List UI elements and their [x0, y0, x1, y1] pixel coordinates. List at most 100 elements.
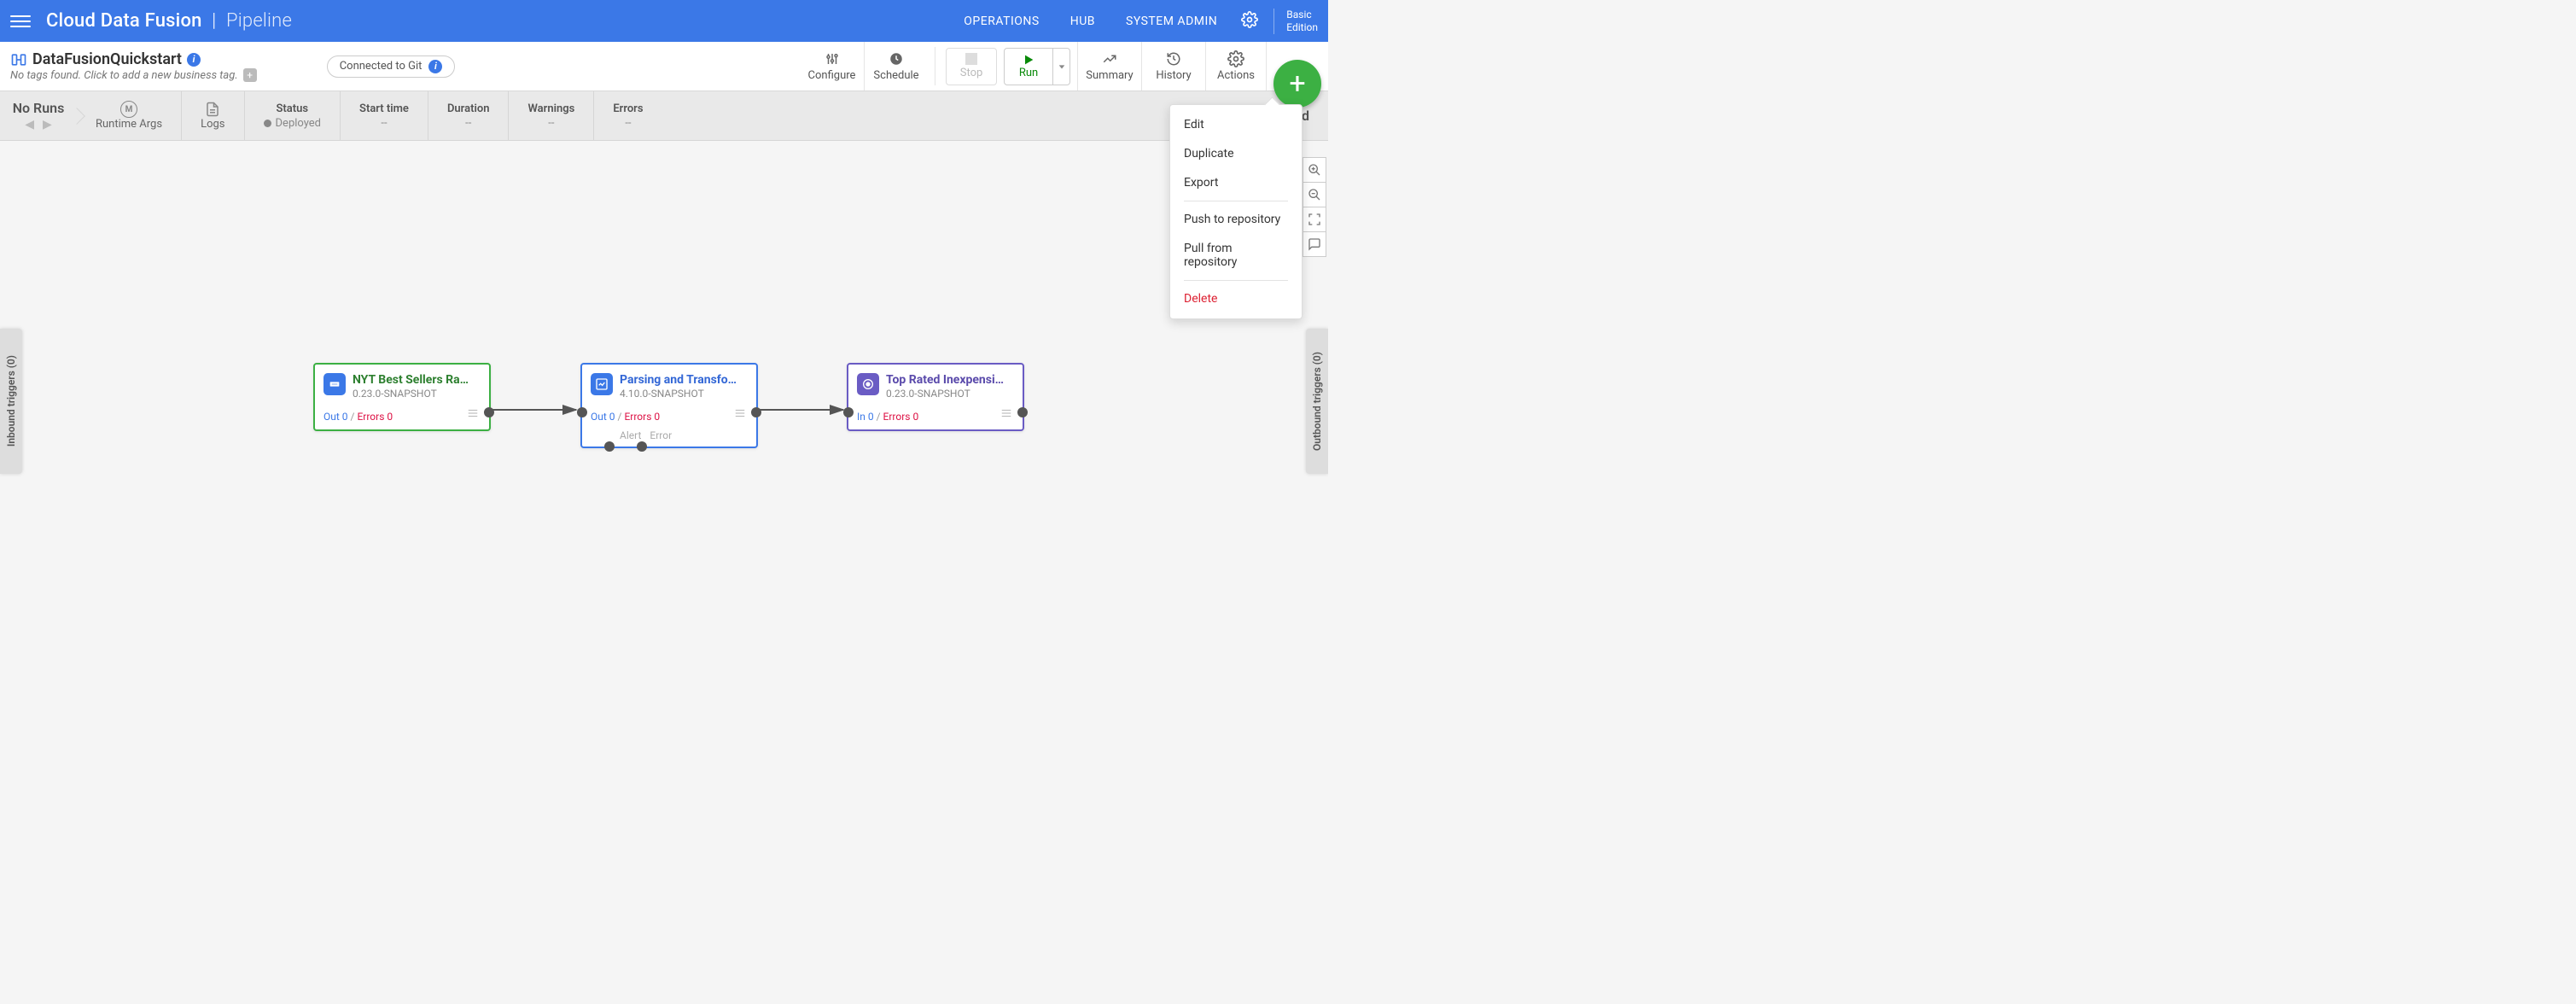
top-header: Cloud Data Fusion | Pipeline OPERATIONS …: [0, 0, 1328, 42]
node-menu-icon[interactable]: [732, 406, 748, 423]
node-version: 0.23.0-SNAPSHOT: [353, 388, 481, 400]
sink-icon: [857, 373, 879, 395]
next-run-arrow[interactable]: ▶: [43, 118, 52, 131]
zoom-in-icon: [1308, 163, 1321, 177]
status-label: Status: [276, 102, 308, 115]
zoom-in-button[interactable]: [1303, 157, 1326, 183]
schedule-button[interactable]: Schedule: [864, 42, 928, 90]
tags-placeholder[interactable]: No tags found. Click to add a new busine…: [10, 69, 238, 82]
warnings-value: --: [548, 117, 554, 130]
pipeline-header: DataFusionQuickstart i No tags found. Cl…: [0, 42, 1328, 91]
clock-icon: [889, 50, 904, 67]
node-title: NYT Best Sellers Ra…: [353, 373, 481, 387]
prev-run-arrow[interactable]: ◀: [25, 118, 34, 131]
pipeline-name[interactable]: DataFusionQuickstart: [32, 50, 182, 68]
git-status-pill[interactable]: Connected to Git i: [327, 55, 456, 78]
dropdown-pull[interactable]: Pull from repository: [1170, 234, 1302, 277]
error-port[interactable]: [637, 441, 647, 452]
comments-button[interactable]: [1303, 231, 1326, 257]
edition-badge: Basic Edition: [1286, 9, 1318, 33]
start-time-label: Start time: [359, 102, 409, 115]
inbound-triggers-tab[interactable]: Inbound triggers (0): [0, 329, 22, 474]
stop-icon: [965, 53, 977, 65]
pipeline-icon: [10, 51, 27, 68]
output-port[interactable]: [751, 407, 761, 417]
git-status-label: Connected to Git: [340, 60, 423, 73]
info-icon[interactable]: i: [428, 60, 442, 73]
gear-icon: [1227, 50, 1244, 67]
brand-title: Cloud Data Fusion | Pipeline: [46, 10, 292, 32]
comment-icon: [1308, 237, 1321, 251]
logs-icon: [205, 101, 220, 118]
alert-port-label: Alert: [620, 429, 641, 441]
dropdown-edit[interactable]: Edit: [1170, 110, 1302, 139]
node-title: Parsing and Transfo…: [620, 373, 748, 387]
add-tag-button[interactable]: +: [243, 68, 257, 82]
zoom-out-button[interactable]: [1303, 182, 1326, 207]
brand-main: Cloud Data Fusion: [46, 10, 202, 32]
node-sink[interactable]: Top Rated Inexpensi… 0.23.0-SNAPSHOT In …: [847, 363, 1024, 431]
fit-screen-button[interactable]: [1303, 207, 1326, 232]
run-button[interactable]: Run: [1004, 48, 1053, 85]
nav-hub[interactable]: HUB: [1070, 15, 1095, 28]
history-button[interactable]: History: [1141, 42, 1205, 90]
chevron-down-icon: [1058, 62, 1066, 71]
info-icon[interactable]: i: [187, 53, 201, 67]
plus-icon: +: [1289, 67, 1305, 101]
alert-port[interactable]: [604, 441, 615, 452]
start-time-value: --: [381, 117, 387, 130]
node-menu-icon[interactable]: [999, 406, 1014, 423]
run-dropdown-caret[interactable]: [1053, 48, 1070, 85]
logs-button[interactable]: Logs: [181, 91, 243, 140]
runtime-icon: M: [120, 101, 137, 118]
status-value: Deployed: [264, 117, 322, 130]
summary-button[interactable]: Summary: [1077, 42, 1141, 90]
dropdown-delete[interactable]: Delete: [1170, 284, 1302, 313]
add-plugin-fab[interactable]: +: [1273, 60, 1321, 108]
node-transform[interactable]: Parsing and Transfo… 4.10.0-SNAPSHOT Out…: [580, 363, 758, 448]
source-icon: [323, 373, 346, 395]
dropdown-export[interactable]: Export: [1170, 168, 1302, 197]
dropdown-push[interactable]: Push to repository: [1170, 205, 1302, 234]
actions-menu-button[interactable]: Actions: [1205, 42, 1267, 90]
fit-icon: [1308, 213, 1321, 226]
node-stats: In 0 / Errors 0: [857, 411, 918, 423]
input-port[interactable]: [843, 407, 854, 417]
menu-icon[interactable]: [10, 11, 31, 32]
nav-operations[interactable]: OPERATIONS: [964, 15, 1039, 28]
node-stats: Out 0 / Errors 0: [591, 411, 660, 423]
error-port-label: Error: [650, 429, 672, 441]
runtime-args-button[interactable]: M Runtime Args: [77, 91, 181, 140]
node-source[interactable]: NYT Best Sellers Ra… 0.23.0-SNAPSHOT Out…: [313, 363, 491, 431]
node-version: 0.23.0-SNAPSHOT: [886, 388, 1014, 400]
configure-button[interactable]: Configure: [800, 42, 864, 90]
duration-label: Duration: [447, 102, 490, 115]
brand-sub: Pipeline: [226, 10, 292, 32]
transform-icon: [591, 373, 613, 395]
sliders-icon: [825, 50, 840, 67]
warnings-label: Warnings: [527, 102, 574, 115]
pipeline-canvas[interactable]: Inbound triggers (0) Outbound triggers (…: [0, 141, 1328, 518]
zoom-out-icon: [1308, 188, 1321, 201]
play-icon: [1022, 53, 1035, 67]
chart-icon: [1101, 50, 1118, 67]
run-status-bar: No Runs ◀ ▶ M Runtime Args Logs Status D…: [0, 91, 1328, 141]
output-port[interactable]: [484, 407, 494, 417]
stop-button: Stop: [946, 48, 997, 85]
actions-dropdown: Edit Duplicate Export Push to repository…: [1169, 104, 1303, 319]
dropdown-duplicate[interactable]: Duplicate: [1170, 139, 1302, 168]
node-menu-icon[interactable]: [465, 406, 481, 423]
output-port[interactable]: [1017, 407, 1028, 417]
nav-system-admin[interactable]: SYSTEM ADMIN: [1126, 15, 1217, 28]
errors-value: --: [625, 117, 631, 130]
node-version: 4.10.0-SNAPSHOT: [620, 388, 748, 400]
node-stats: Out 0 / Errors 0: [323, 411, 393, 423]
node-title: Top Rated Inexpensi…: [886, 373, 1014, 387]
input-port[interactable]: [577, 407, 587, 417]
history-icon: [1165, 50, 1182, 67]
errors-label: Errors: [613, 102, 643, 115]
settings-icon[interactable]: [1241, 11, 1258, 32]
outbound-triggers-tab[interactable]: Outbound triggers (0): [1306, 329, 1328, 474]
no-runs-label: No Runs: [13, 100, 65, 116]
duration-value: --: [465, 117, 471, 130]
